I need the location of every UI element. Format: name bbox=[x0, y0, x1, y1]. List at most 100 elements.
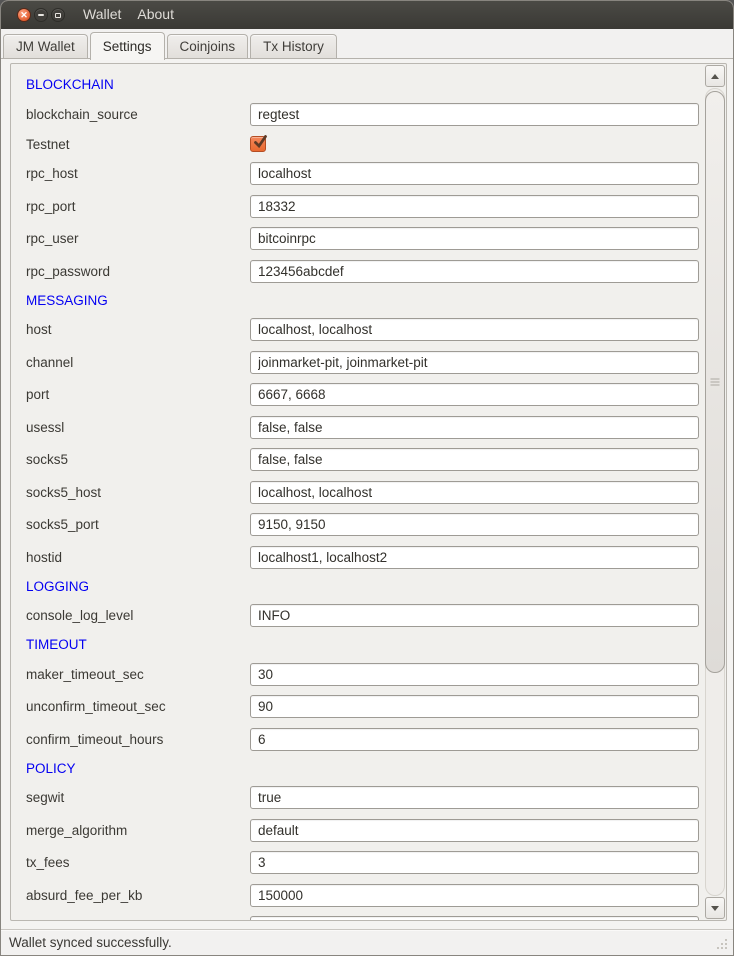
scroll-down-button[interactable] bbox=[705, 897, 725, 919]
close-icon: ✕ bbox=[20, 11, 28, 20]
menu-about[interactable]: About bbox=[137, 6, 174, 22]
resize-grip-icon[interactable] bbox=[717, 939, 729, 951]
field-row-absurd_fee_per_kb: absurd_fee_per_kb bbox=[11, 879, 699, 912]
field-label: socks5_host bbox=[26, 485, 250, 500]
field-row-usessl: usessl bbox=[11, 411, 699, 444]
checkmark-icon bbox=[252, 134, 268, 150]
field-input-segwit[interactable] bbox=[250, 786, 699, 809]
settings-pane: BLOCKCHAIN blockchain_source Testnet rpc_ho… bbox=[1, 59, 733, 929]
field-label: console_log_level bbox=[26, 608, 250, 623]
field-row-confirm_timeout_hours: confirm_timeout_hours bbox=[11, 723, 699, 756]
field-label: merge_algorithm bbox=[26, 823, 250, 838]
field-label: rpc_host bbox=[26, 166, 250, 181]
field-row-partial bbox=[11, 912, 699, 922]
settings-form: BLOCKCHAIN blockchain_source Testnet rpc_ho… bbox=[11, 64, 699, 921]
field-input-channel[interactable] bbox=[250, 351, 699, 374]
field-row-hostid: hostid bbox=[11, 541, 699, 574]
field-label: rpc_password bbox=[26, 264, 250, 279]
field-row-maker_timeout_sec: maker_timeout_sec bbox=[11, 658, 699, 691]
field-label: host bbox=[26, 322, 250, 337]
field-label: rpc_port bbox=[26, 199, 250, 214]
field-row-channel: channel bbox=[11, 346, 699, 379]
field-row-tx_fees: tx_fees bbox=[11, 847, 699, 880]
field-label: socks5 bbox=[26, 452, 250, 467]
section-header-messaging: MESSAGING bbox=[11, 288, 699, 314]
joinmarket-wallet-window: ✕ Wallet About JM WalletSettingsCoinjoins… bbox=[0, 0, 734, 956]
field-row-unconfirm_timeout_sec: unconfirm_timeout_sec bbox=[11, 691, 699, 724]
field-input-rpc_host[interactable] bbox=[250, 162, 699, 185]
field-row-rpc_host: rpc_host bbox=[11, 158, 699, 191]
field-row-rpc_port: rpc_port bbox=[11, 190, 699, 223]
close-button[interactable]: ✕ bbox=[17, 8, 31, 22]
section-header-logging: LOGGING bbox=[11, 574, 699, 600]
field-row-rpc_user: rpc_user bbox=[11, 223, 699, 256]
section-header-blockchain: BLOCKCHAIN bbox=[11, 72, 699, 98]
titlebar-menus: Wallet About bbox=[65, 6, 174, 24]
field-label: tx_fees bbox=[26, 855, 250, 870]
field-row-blockchain_source: blockchain_source bbox=[11, 98, 699, 131]
field-input-hostid[interactable] bbox=[250, 546, 699, 569]
field-label: absurd_fee_per_kb bbox=[26, 888, 250, 903]
field-label: rpc_user bbox=[26, 231, 250, 246]
scroll-up-button[interactable] bbox=[705, 65, 725, 87]
field-input-absurd_fee_per_kb[interactable] bbox=[250, 884, 699, 907]
tab-settings[interactable]: Settings bbox=[90, 32, 165, 60]
field-input-rpc_password[interactable] bbox=[250, 260, 699, 283]
field-row-testnet: Testnet bbox=[11, 131, 699, 158]
field-input-maker_timeout_sec[interactable] bbox=[250, 663, 699, 686]
status-bar: Wallet synced successfully. bbox=[1, 929, 733, 955]
field-row-socks5_host: socks5_host bbox=[11, 476, 699, 509]
field-input-usessl[interactable] bbox=[250, 416, 699, 439]
field-label: Testnet bbox=[26, 137, 250, 152]
field-input-socks5[interactable] bbox=[250, 448, 699, 471]
field-input-host[interactable] bbox=[250, 318, 699, 341]
section-header-policy: POLICY bbox=[11, 756, 699, 782]
field-input-console_log_level[interactable] bbox=[250, 604, 699, 627]
field-input-port[interactable] bbox=[250, 383, 699, 406]
menu-wallet[interactable]: Wallet bbox=[83, 6, 121, 22]
tabs: JM WalletSettingsCoinjoinsTx History bbox=[3, 32, 339, 59]
tab-bar: JM WalletSettingsCoinjoinsTx History bbox=[1, 29, 733, 59]
field-input-rpc_port[interactable] bbox=[250, 195, 699, 218]
minimize-button[interactable] bbox=[34, 8, 48, 22]
field-label: segwit bbox=[26, 790, 250, 805]
maximize-button[interactable] bbox=[51, 8, 65, 22]
titlebar: ✕ Wallet About bbox=[1, 1, 733, 29]
field-row-port: port bbox=[11, 379, 699, 412]
field-row-host: host bbox=[11, 314, 699, 347]
field-input-socks5_port[interactable] bbox=[250, 513, 699, 536]
field-label: port bbox=[26, 387, 250, 402]
testnet-checkbox[interactable] bbox=[250, 136, 266, 152]
field-input-rpc_user[interactable] bbox=[250, 227, 699, 250]
field-input-merge_algorithm[interactable] bbox=[250, 819, 699, 842]
field-label: confirm_timeout_hours bbox=[26, 732, 250, 747]
field-row-segwit: segwit bbox=[11, 782, 699, 815]
field-label: socks5_port bbox=[26, 517, 250, 532]
maximize-icon bbox=[55, 13, 61, 18]
tab-coinjoins[interactable]: Coinjoins bbox=[167, 34, 249, 59]
field-label: usessl bbox=[26, 420, 250, 435]
vertical-scrollbar[interactable] bbox=[704, 64, 726, 920]
field-row-socks5_port: socks5_port bbox=[11, 509, 699, 542]
field-label: blockchain_source bbox=[26, 107, 250, 122]
scrollbar-thumb[interactable] bbox=[705, 91, 725, 673]
field-input-partial[interactable] bbox=[250, 916, 699, 921]
field-row-merge_algorithm: merge_algorithm bbox=[11, 814, 699, 847]
field-label: channel bbox=[26, 355, 250, 370]
field-input-blockchain_source[interactable] bbox=[250, 103, 699, 126]
tab-jm-wallet[interactable]: JM Wallet bbox=[3, 34, 88, 59]
settings-scroll-area: BLOCKCHAIN blockchain_source Testnet rpc_ho… bbox=[10, 63, 727, 921]
field-input-unconfirm_timeout_sec[interactable] bbox=[250, 695, 699, 718]
field-input-tx_fees[interactable] bbox=[250, 851, 699, 874]
arrow-up-icon bbox=[711, 74, 719, 79]
field-row-socks5: socks5 bbox=[11, 444, 699, 477]
section-header-timeout: TIMEOUT bbox=[11, 632, 699, 658]
arrow-down-icon bbox=[711, 906, 719, 911]
field-row-console_log_level: console_log_level bbox=[11, 600, 699, 633]
minimize-icon bbox=[38, 14, 44, 16]
tab-tx-history[interactable]: Tx History bbox=[250, 34, 337, 59]
field-input-socks5_host[interactable] bbox=[250, 481, 699, 504]
field-input-confirm_timeout_hours[interactable] bbox=[250, 728, 699, 751]
field-label: hostid bbox=[26, 550, 250, 565]
status-message: Wallet synced successfully. bbox=[1, 935, 172, 950]
